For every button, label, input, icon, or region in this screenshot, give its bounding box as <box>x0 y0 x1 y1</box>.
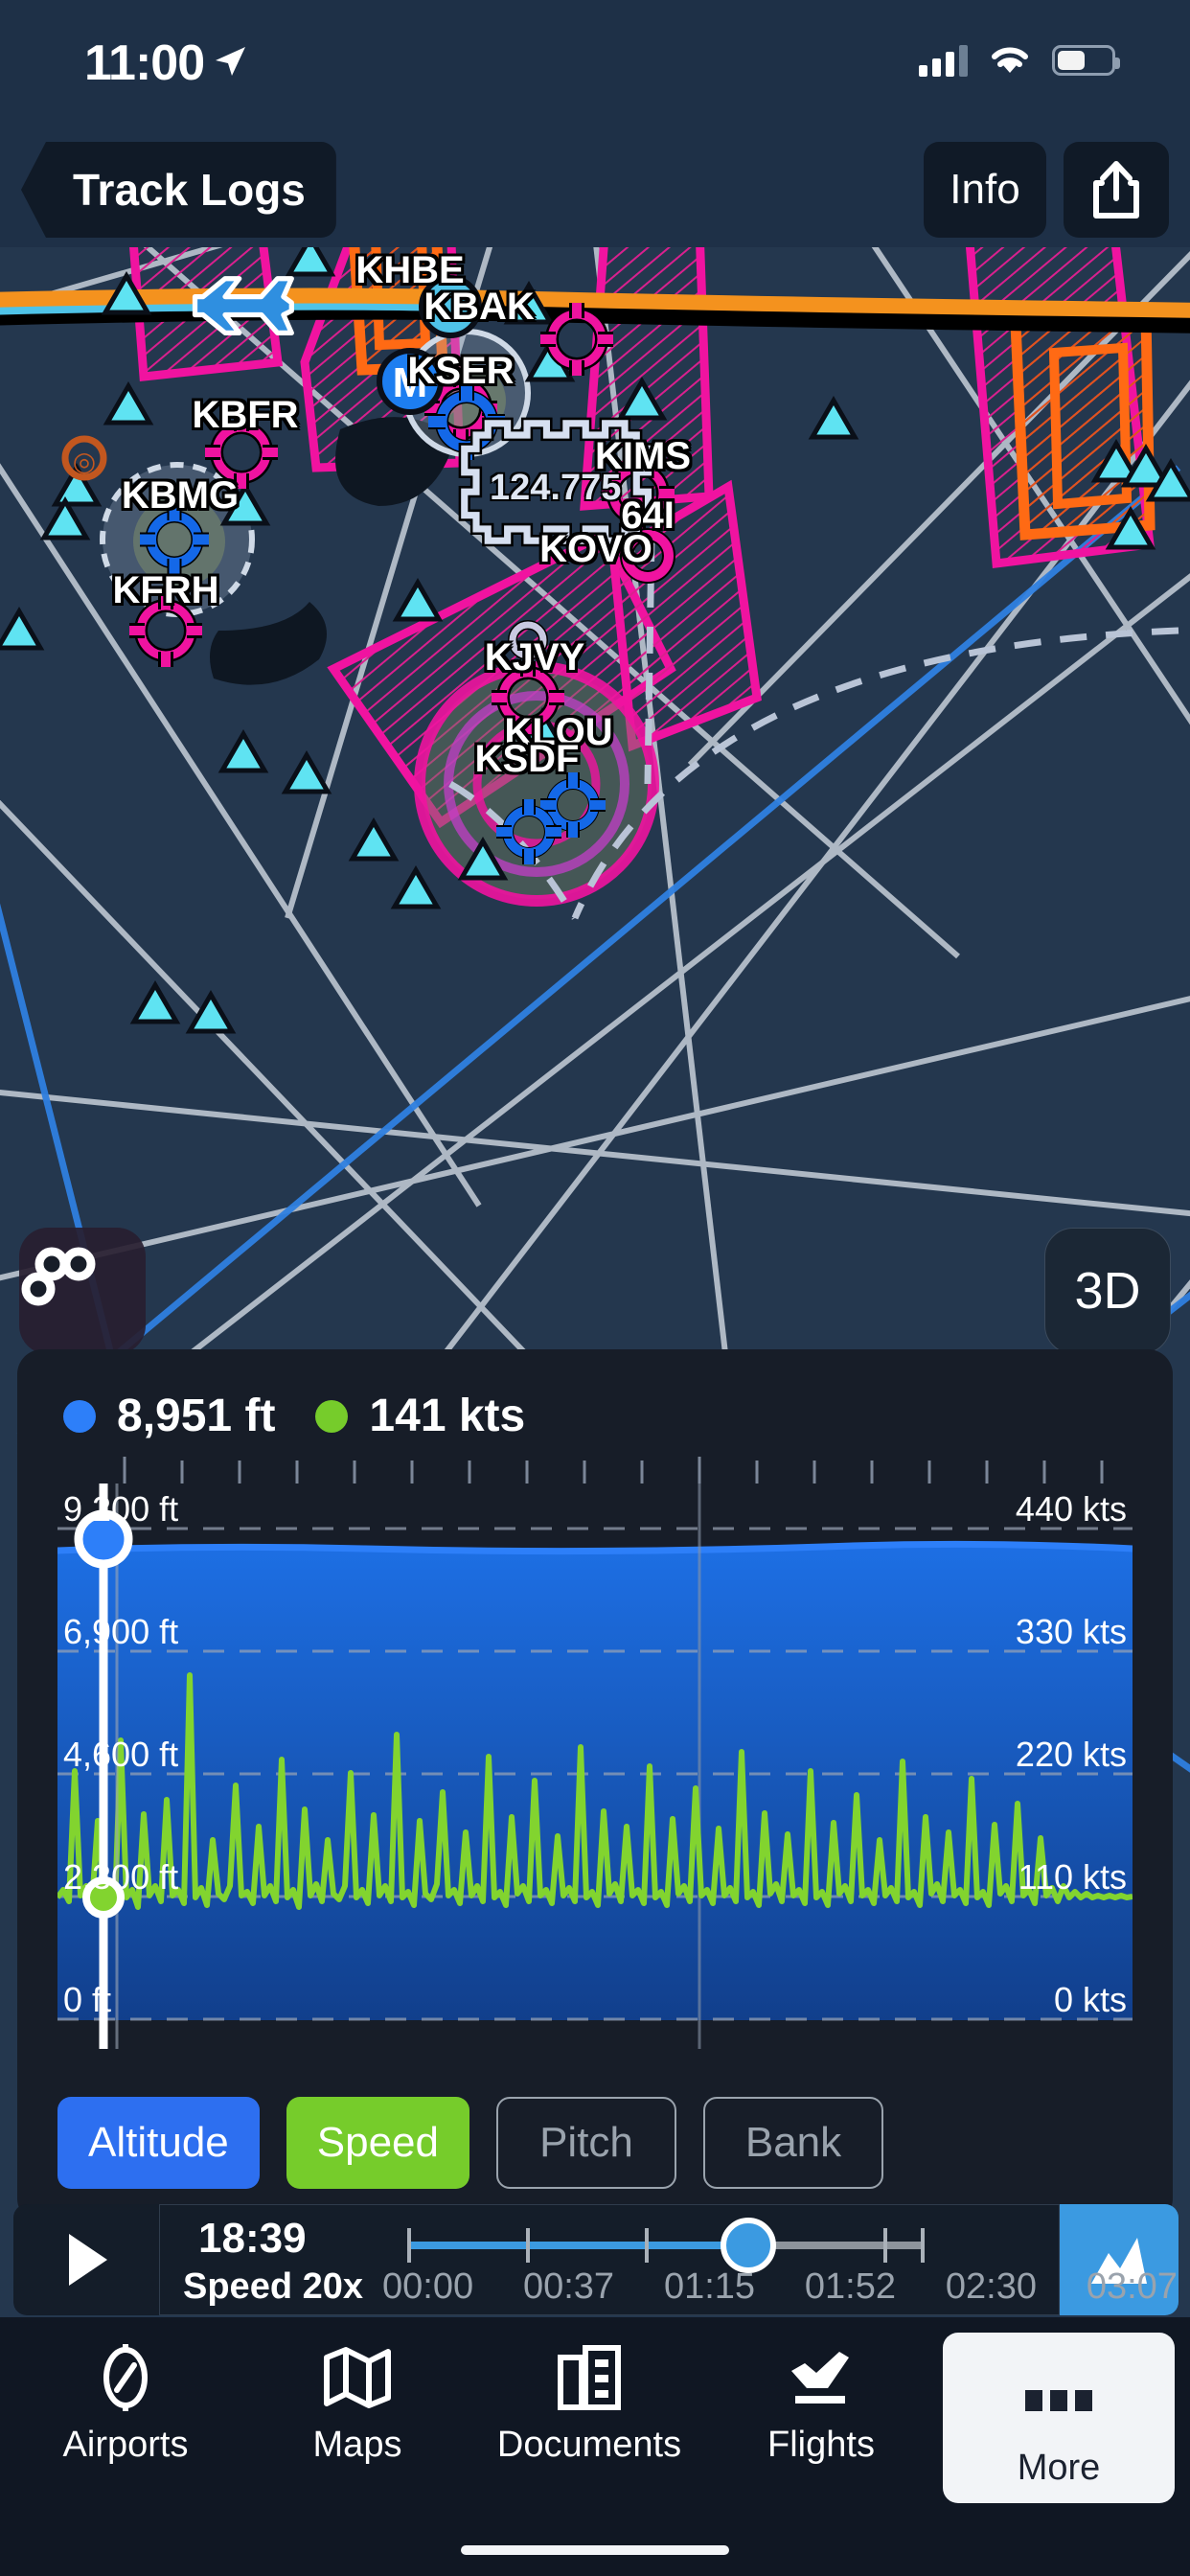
time-tick-marks <box>123 1457 1104 1484</box>
playback-tick-3: 01:52 <box>804 2266 896 2307</box>
series-button-altitude[interactable]: Altitude <box>57 2097 260 2189</box>
chart-legend: 8,951 ft 141 kts <box>63 1390 525 1442</box>
playback-tick-labels: 00:00 00:37 01:15 01:52 02:30 03:07 <box>382 2266 1178 2308</box>
play-button[interactable] <box>13 2204 159 2315</box>
compass-icon <box>96 2344 155 2411</box>
info-button-label: Info <box>950 166 1020 213</box>
plane-landing-icon <box>786 2344 857 2411</box>
series-toggle-group: Altitude Speed Pitch Bank <box>57 2097 883 2189</box>
transport-controls[interactable]: 18:39 Speed 20x 00:00 00:37 01:15 01:52 … <box>159 2204 1178 2315</box>
status-time: 11:00 <box>84 35 205 91</box>
back-button-label: Track Logs <box>73 165 306 215</box>
frequency-label: 124.775 <box>490 468 622 508</box>
playback-tick-1: 00:37 <box>522 2266 615 2307</box>
series-button-pitch[interactable]: Pitch <box>496 2097 676 2189</box>
tab-more[interactable]: More <box>943 2333 1175 2503</box>
route-waypoints-icon <box>21 1247 96 1306</box>
playback-speed-label: Speed 20x <box>183 2266 363 2307</box>
tab-maps[interactable]: Maps <box>241 2317 473 2576</box>
y-tick-right-1: 330 kts <box>1015 1612 1127 1651</box>
y-tick-right-2: 220 kts <box>1015 1735 1127 1774</box>
three-d-button[interactable]: 3D <box>1044 1228 1171 1354</box>
folded-map-icon <box>323 2344 392 2411</box>
tab-documents-label: Documents <box>496 2425 682 2465</box>
y-tick-left-4: 0 ft <box>63 1980 112 2019</box>
slider-tick-0 <box>407 2228 411 2263</box>
home-indicator <box>461 2545 729 2555</box>
tab-airports[interactable]: Airports <box>10 2317 241 2576</box>
y-tick-left-1: 6,900 ft <box>63 1612 179 1651</box>
series-button-bank-label: Bank <box>744 2119 842 2166</box>
chart-plot-area[interactable]: 9,200 ft 6,900 ft 4,600 ft 2,300 ft 0 ft… <box>55 1464 1133 2068</box>
navigation-bar: Track Logs Info <box>0 134 1190 247</box>
battery-icon <box>1052 45 1120 76</box>
status-indicators <box>919 44 1120 77</box>
three-d-label: 3D <box>1074 1262 1141 1320</box>
tab-flights[interactable]: Flights <box>705 2317 937 2576</box>
slider-tick-1 <box>526 2228 531 2263</box>
tab-more-label: More <box>1017 2448 1101 2488</box>
location-arrow-icon <box>216 47 245 76</box>
y-tick-right-3: 110 kts <box>1018 1857 1127 1897</box>
y-tick-left-3: 2,300 ft <box>63 1857 179 1897</box>
documents-icon <box>557 2344 622 2411</box>
svg-text:M: M <box>393 359 428 406</box>
wifi-icon <box>992 47 1028 73</box>
svg-text:◎: ◎ <box>73 447 96 476</box>
playback-tick-0: 00:00 <box>382 2266 474 2307</box>
speed-readout: 141 kts <box>369 1391 526 1441</box>
playback-tick-4: 02:30 <box>945 2266 1037 2307</box>
playback-tick-2: 01:15 <box>663 2266 756 2307</box>
speed-legend-dot <box>315 1399 349 1433</box>
y-tick-left-2: 4,600 ft <box>63 1735 179 1774</box>
tab-airports-label: Airports <box>62 2425 189 2465</box>
tab-documents[interactable]: Documents <box>473 2317 705 2576</box>
series-button-speed-label: Speed <box>316 2119 439 2166</box>
route-waypoints-button[interactable] <box>19 1228 146 1354</box>
share-icon <box>1093 161 1139 218</box>
playback-current-time: 18:39 <box>198 2215 307 2262</box>
series-button-pitch-label: Pitch <box>539 2119 633 2166</box>
back-button-track-logs[interactable]: Track Logs <box>21 142 336 238</box>
play-icon <box>69 2234 107 2286</box>
info-button[interactable]: Info <box>924 142 1046 238</box>
playback-slider-knob[interactable] <box>721 2218 777 2273</box>
metar-badge: M <box>377 348 444 415</box>
tab-flights-label: Flights <box>767 2425 875 2465</box>
playback-slider[interactable] <box>407 2218 925 2273</box>
y-tick-left-0: 9,200 ft <box>63 1489 179 1529</box>
tab-bar: Airports Maps Documents Flights More <box>0 2317 1190 2576</box>
chart-svg <box>55 1464 1133 2068</box>
altitude-readout: 8,951 ft <box>117 1391 276 1441</box>
series-button-altitude-label: Altitude <box>88 2119 229 2166</box>
series-button-bank[interactable]: Bank <box>703 2097 883 2189</box>
series-button-speed[interactable]: Speed <box>286 2097 469 2189</box>
slider-tick-5 <box>921 2228 925 2263</box>
status-bar: 11:00 <box>0 0 1190 134</box>
playback-slider-fill <box>407 2242 749 2249</box>
slider-tick-2 <box>645 2228 650 2263</box>
altitude-legend-dot <box>63 1399 96 1433</box>
share-button[interactable] <box>1064 142 1169 238</box>
y-tick-right-4: 0 kts <box>1053 1980 1127 2019</box>
slider-tick-4 <box>882 2228 887 2263</box>
cellular-signal-icon <box>919 44 968 77</box>
app-screen: 11:00 Track Logs Info M ◎ KHBE KBAK KBMG… <box>0 0 1190 2576</box>
playback-tick-5: 03:07 <box>1086 2266 1178 2307</box>
tab-maps-label: Maps <box>312 2425 402 2465</box>
ellipsis-icon <box>1023 2367 1094 2434</box>
y-tick-right-0: 440 kts <box>1015 1489 1127 1529</box>
track-log-chart-panel[interactable]: 8,951 ft 141 kts 18:40 18:50 <box>17 1349 1173 2223</box>
playback-bar: 18:39 Speed 20x 00:00 00:37 01:15 01:52 … <box>13 2204 1179 2315</box>
